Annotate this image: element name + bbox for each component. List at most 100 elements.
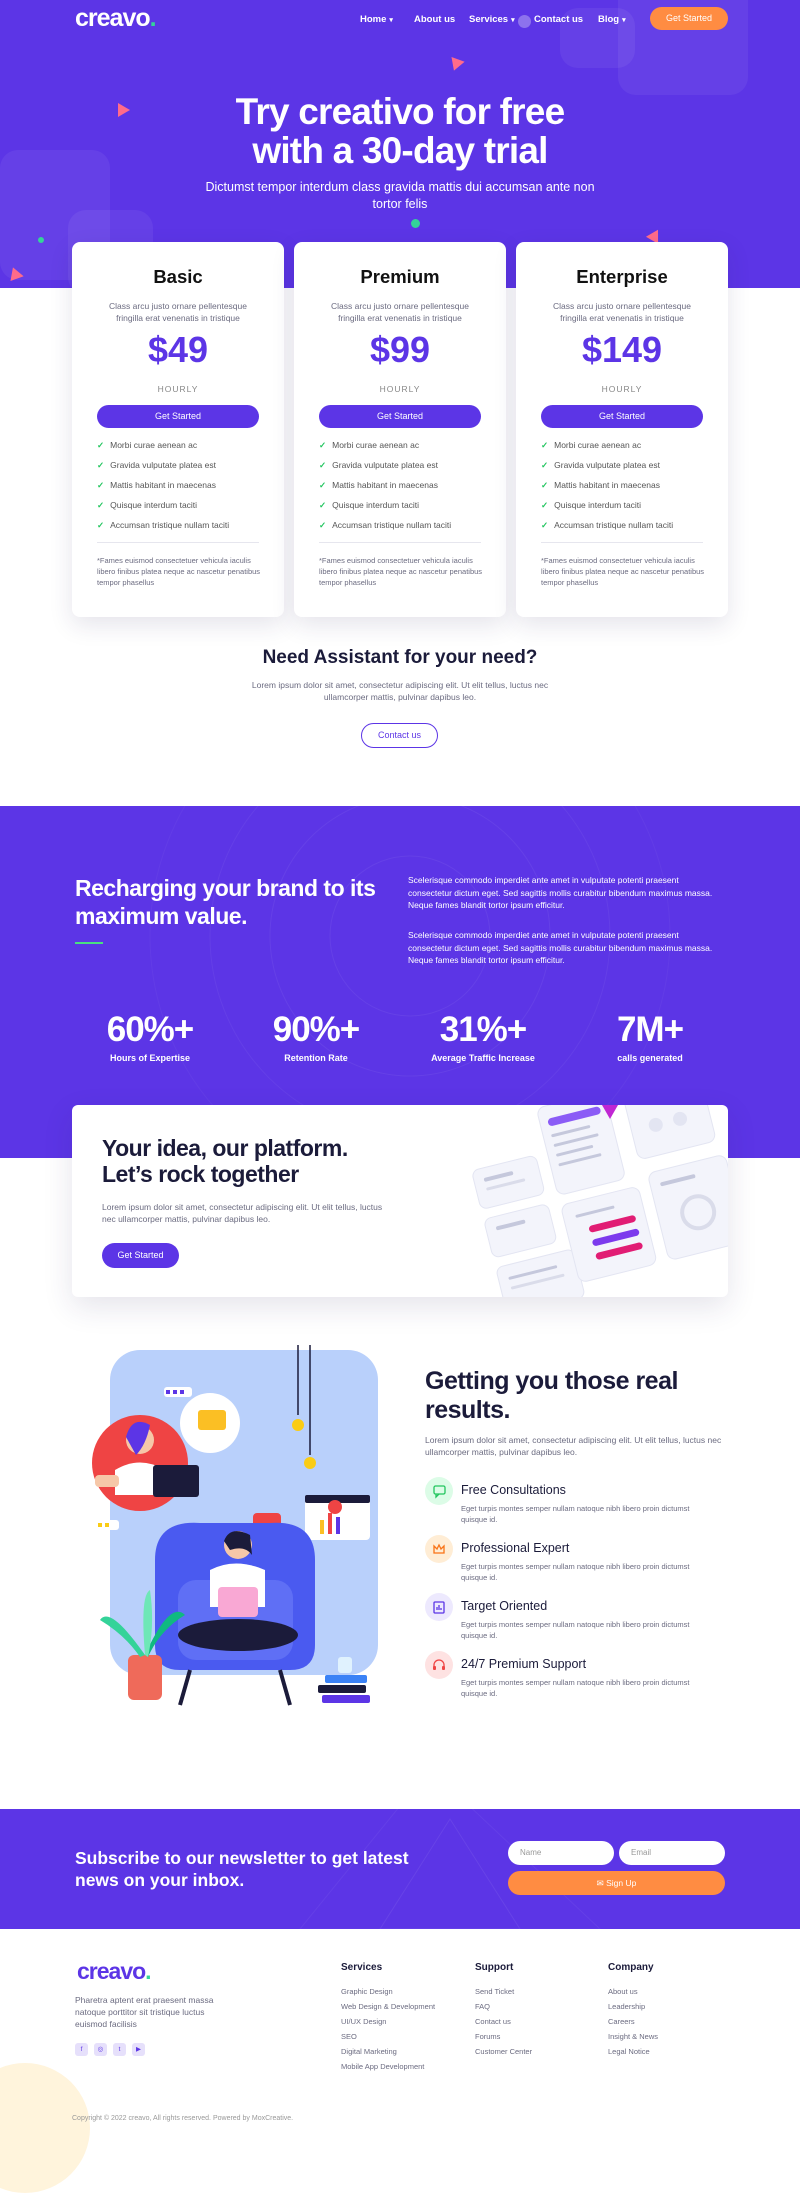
nav-blog[interactable]: Blog ▾: [598, 14, 626, 25]
idea-card: Your idea, our platform. Let’s rock toge…: [72, 1105, 728, 1297]
chart-icon: [425, 1593, 453, 1621]
decor-triangle: [118, 103, 130, 117]
newsletter-title: Subscribe to our newsletter to get lates…: [75, 1848, 409, 1890]
chat-icon: [425, 1477, 453, 1505]
workspace-illustration: [92, 1345, 378, 1706]
plan-name: Premium: [360, 266, 440, 287]
instagram-icon[interactable]: ◎: [94, 2043, 107, 2056]
plan-price: $149: [581, 329, 663, 370]
plan-period: HOURLY: [157, 384, 199, 394]
result-item-text: Eget turpis montes semper nullam natoque…: [461, 1678, 690, 1698]
plan-get-started-button[interactable]: Get Started: [319, 405, 481, 428]
result-item-text: Eget turpis montes semper nullam natoque…: [461, 1620, 690, 1640]
plan-name: Basic: [153, 266, 203, 287]
newsletter-name-input[interactable]: Name: [508, 1841, 614, 1865]
plan-feature: ✓ Gravida vulputate platea est: [97, 460, 216, 470]
copyright: Copyright © 2022 creavo, All rights rese…: [72, 2115, 294, 2122]
footer-link[interactable]: About us: [608, 1987, 638, 1996]
check-icon: ✓: [541, 480, 549, 490]
footer-link[interactable]: Send Ticket: [475, 1987, 514, 1996]
newsletter-section: Subscribe to our newsletter to get lates…: [0, 1809, 800, 1929]
plan-feature: ✓ Accumsan tristique nullam taciti: [97, 520, 230, 530]
check-icon: ✓: [97, 500, 105, 510]
facebook-icon[interactable]: f: [75, 2043, 88, 2056]
hero-subtitle: Dictumst tempor interdum class gravida m…: [205, 180, 595, 211]
footer-link[interactable]: Mobile App Development: [341, 2062, 424, 2071]
footer-link[interactable]: Digital Marketing: [341, 2047, 397, 2056]
result-item-title: Free Consultations: [461, 1483, 566, 1497]
stat-label: Retention Rate: [284, 1053, 348, 1063]
footer-logo[interactable]: creavo.: [77, 1958, 152, 1985]
crown-icon: [425, 1535, 453, 1563]
nav-get-started-button[interactable]: Get Started: [650, 7, 728, 30]
chevron-down-icon: ▾: [511, 17, 515, 24]
decor-dot: [411, 219, 420, 228]
footer-link[interactable]: Forums: [475, 2032, 500, 2041]
pricing-card-premium: Premium Class arcu justo ornare pellente…: [294, 242, 506, 617]
nav-home[interactable]: Home ▾: [360, 14, 393, 25]
nav-services[interactable]: Services ▾: [469, 14, 515, 25]
plan-feature: ✓ Mattis habitant in maecenas: [319, 480, 438, 490]
plan-get-started-button[interactable]: Get Started: [97, 405, 259, 428]
footer-link[interactable]: Leadership: [608, 2002, 645, 2011]
footer-link[interactable]: Web Design & Development: [341, 2002, 435, 2011]
result-item-text: Eget turpis montes semper nullam natoque…: [461, 1504, 690, 1524]
twitter-icon[interactable]: t: [113, 2043, 126, 2056]
footer-link[interactable]: Graphic Design: [341, 1987, 393, 1996]
plan-note: *Fames euismod consectetuer vehicula iac…: [97, 556, 261, 587]
footer-description: Pharetra aptent erat praesent massa nato…: [75, 1995, 214, 2029]
youtube-icon[interactable]: ▶: [132, 2043, 145, 2056]
footer-link[interactable]: Contact us: [475, 2017, 511, 2026]
footer-link[interactable]: FAQ: [475, 2002, 490, 2011]
pricing-card-enterprise: Enterprise Class arcu justo ornare pelle…: [516, 242, 728, 617]
footer-link[interactable]: Careers: [608, 2017, 635, 2026]
check-icon: ✓: [541, 520, 549, 530]
footer-col-title-services: Services: [341, 1962, 383, 1973]
decor-blob: [0, 2063, 90, 2193]
sign-up-button[interactable]: ✉ Sign Up: [508, 1871, 725, 1895]
plan-period: HOURLY: [379, 384, 421, 394]
stat-value: 90%+: [272, 1010, 361, 1049]
contact-us-button[interactable]: Contact us: [361, 723, 438, 748]
logo[interactable]: creavo.: [75, 4, 157, 33]
footer-link[interactable]: UI/UX Design: [341, 2017, 386, 2026]
stat-label: Hours of Expertise: [109, 1053, 191, 1063]
pricing-card-basic: Basic Class arcu justo ornare pellentesq…: [72, 242, 284, 617]
plan-feature: ✓ Accumsan tristique nullam taciti: [541, 520, 674, 530]
chevron-down-icon: ▾: [389, 17, 393, 24]
headset-icon: [425, 1651, 453, 1679]
footer-link[interactable]: Legal Notice: [608, 2047, 650, 2056]
idea-get-started-button[interactable]: Get Started: [102, 1243, 179, 1268]
hero-title-line: Try creativo for free: [235, 91, 565, 132]
assist-title: Need Assistant for your need?: [262, 647, 538, 668]
top-nav: creavo. Home ▾ About us Services ▾ Contact…: [0, 0, 800, 40]
results-text: Lorem ipsum dolor sit amet, consectetur …: [425, 1435, 722, 1457]
footer-link[interactable]: SEO: [341, 2032, 357, 2041]
decor-dot: [38, 237, 44, 243]
stat-value: 7M+: [616, 1010, 684, 1049]
result-item-title: 24/7 Premium Support: [461, 1657, 587, 1671]
nav-contact[interactable]: Contact us: [534, 14, 583, 25]
check-icon: ✓: [541, 460, 549, 470]
plan-feature: ✓ Morbi curae aenean ac: [97, 440, 198, 450]
stat-value: 31%+: [439, 1010, 528, 1049]
newsletter-email-input[interactable]: Email: [619, 1841, 725, 1865]
plan-note: *Fames euismod consectetuer vehicula iac…: [319, 556, 483, 587]
stat-label: Average Traffic Increase: [431, 1053, 535, 1063]
check-icon: ✓: [97, 520, 105, 530]
plan-feature: ✓ Mattis habitant in maecenas: [97, 480, 216, 490]
footer-col-title-support: Support: [475, 1962, 514, 1973]
mail-icon: ✉: [596, 1878, 607, 1888]
idea-title: Your idea, our platform. Let’s rock toge…: [102, 1135, 402, 1187]
decor-triangle: [447, 56, 465, 74]
assist-text: Lorem ipsum dolor sit amet, consectetur …: [251, 680, 549, 702]
plan-get-started-button[interactable]: Get Started: [541, 405, 703, 428]
footer-link[interactable]: Insight & News: [608, 2032, 658, 2041]
plan-price: $49: [147, 329, 209, 370]
footer-link[interactable]: Customer Center: [475, 2047, 532, 2056]
idea-text: Lorem ipsum dolor sit amet, consectetur …: [102, 1202, 383, 1224]
nav-about[interactable]: About us: [414, 14, 455, 25]
check-icon: ✓: [319, 440, 327, 450]
plan-note: *Fames euismod consectetuer vehicula iac…: [541, 556, 705, 587]
plan-description: Class arcu justo ornare pellentesque fri…: [109, 301, 247, 323]
